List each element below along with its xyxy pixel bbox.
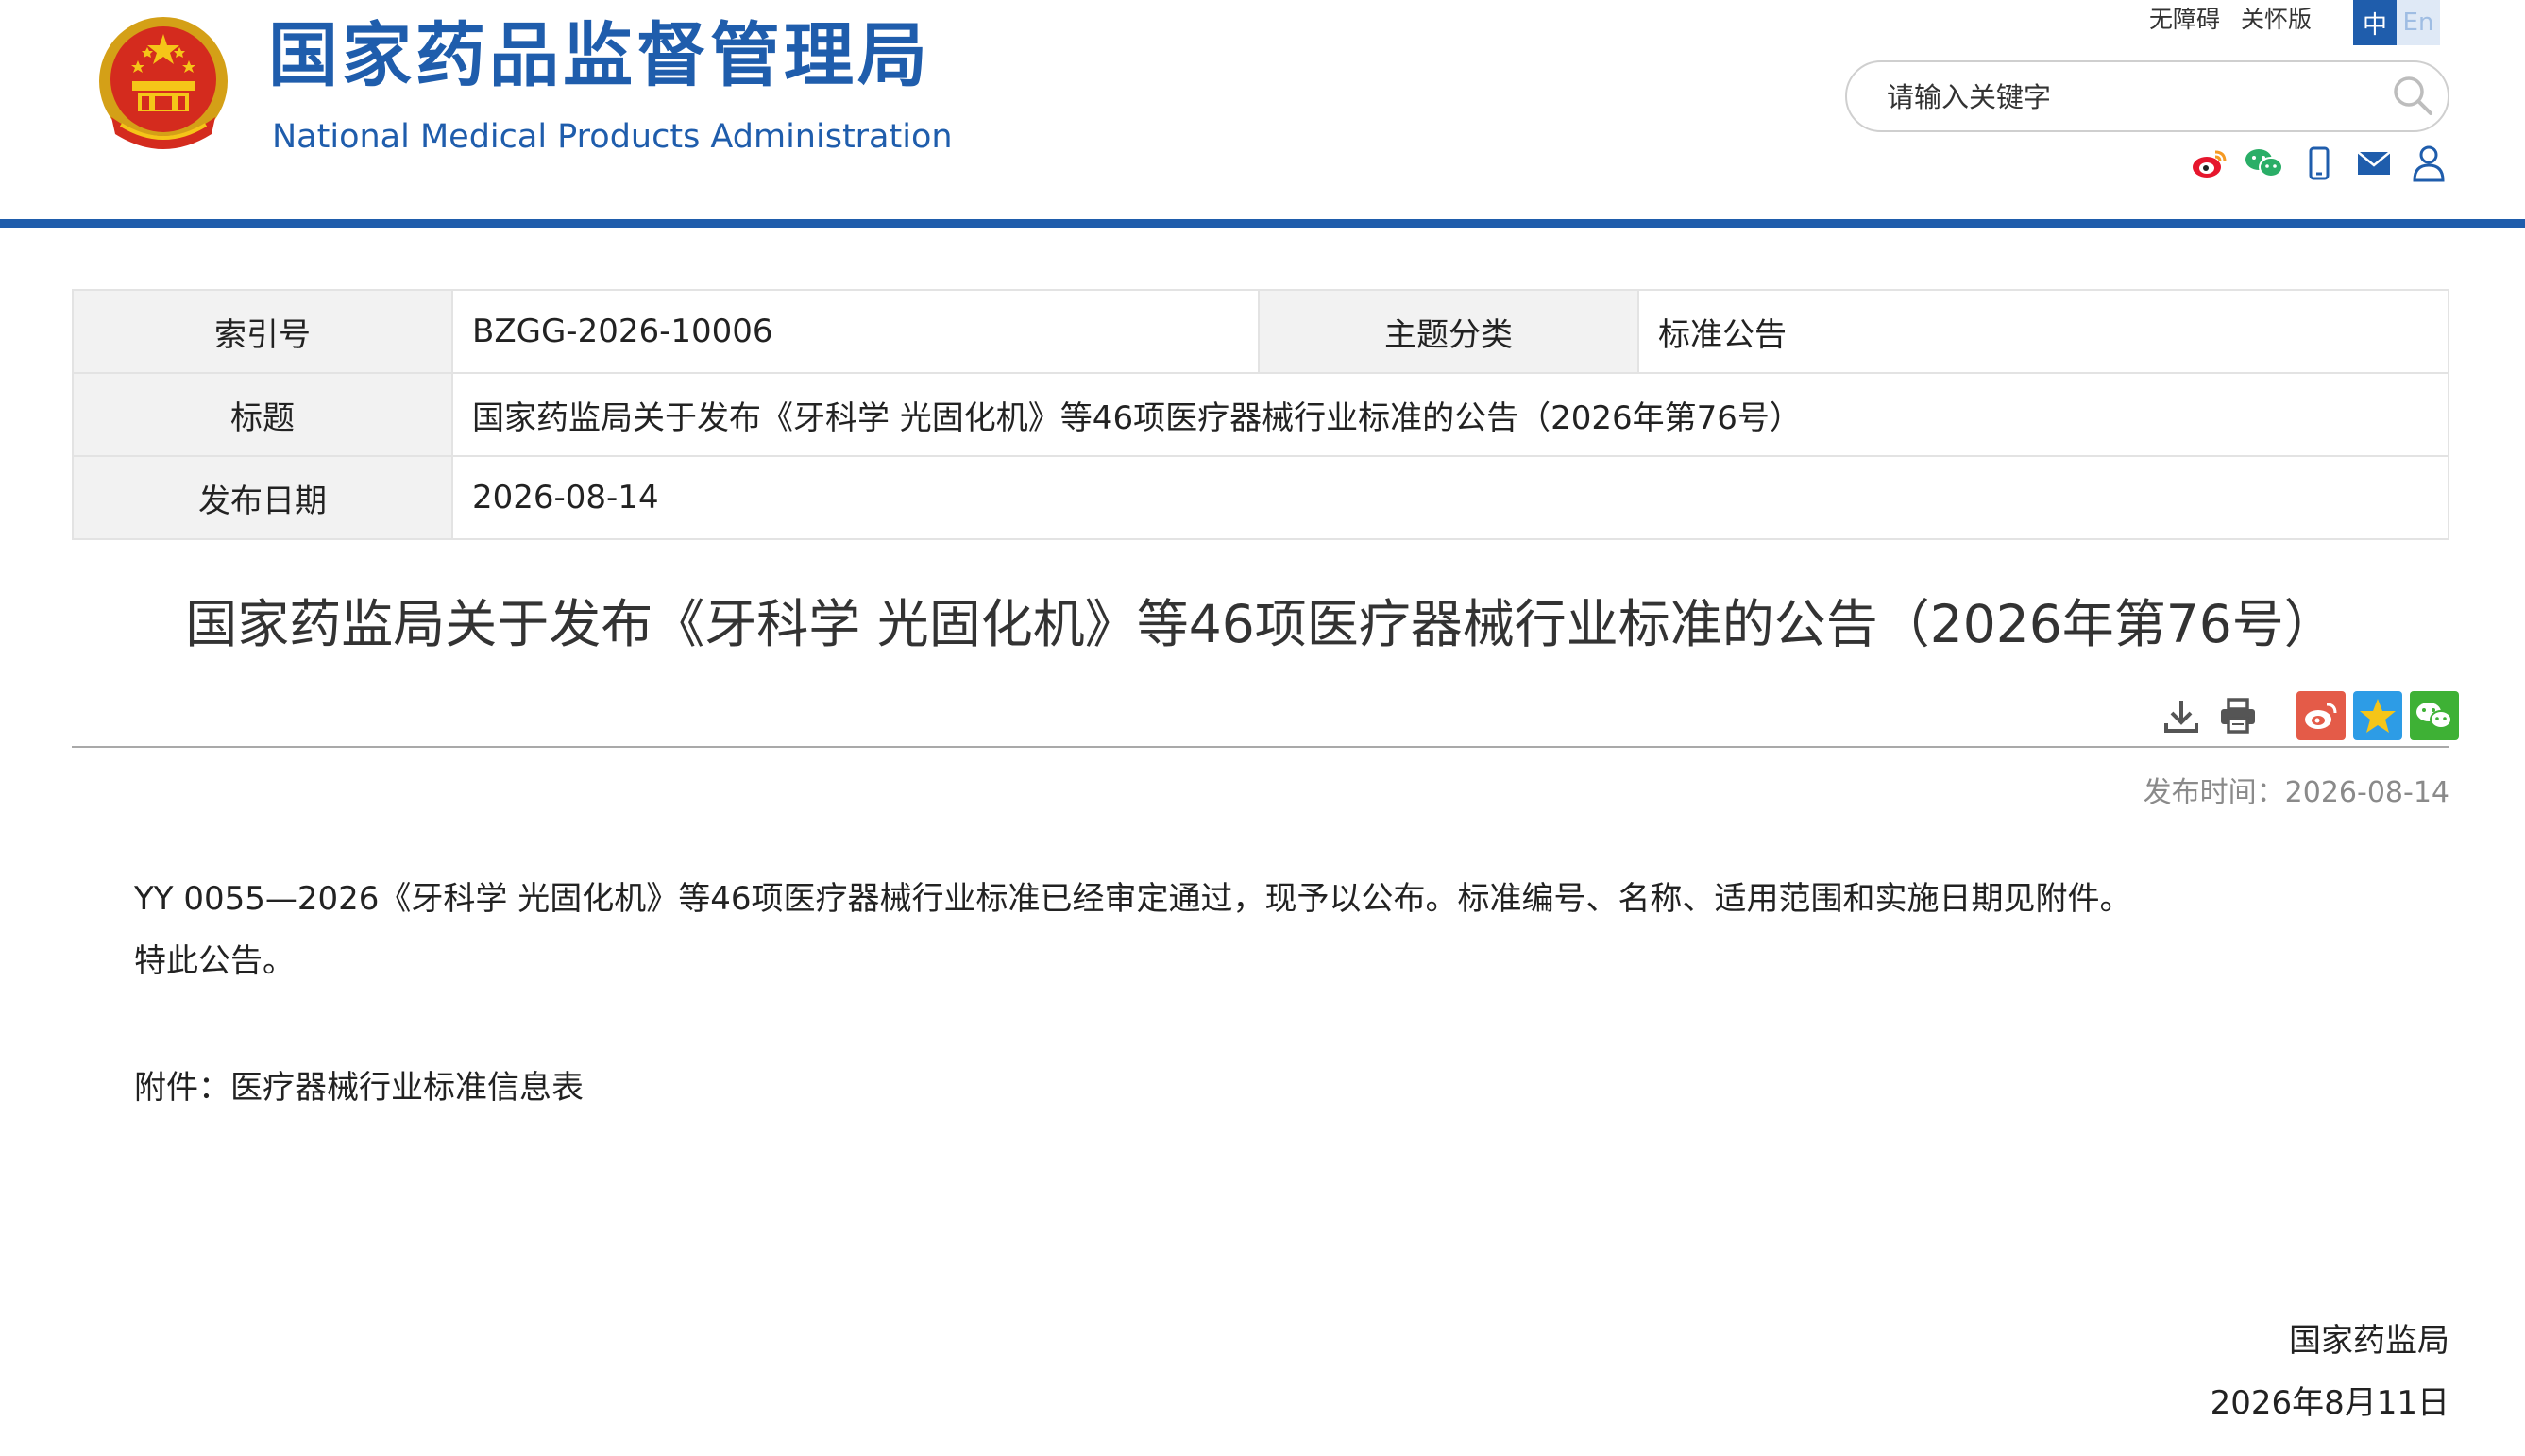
article-tools (2157, 691, 2459, 740)
qzone-share-icon[interactable] (2353, 691, 2402, 740)
date-value: 2026-08-14 (451, 455, 2449, 540)
category-label: 主题分类 (1258, 289, 1639, 374)
article-paragraph: YY 0055—2026《牙科学 光固化机》等46项医疗器械行业标准已经审定通过… (134, 880, 2132, 918)
accessibility-link[interactable]: 无障碍 (2149, 6, 2220, 33)
wechat-icon[interactable] (2244, 144, 2285, 183)
search-box (1845, 60, 2449, 132)
weibo-share-icon[interactable] (2296, 691, 2346, 740)
category-value: 标准公告 (1637, 289, 2449, 374)
article-paragraph: 特此公告。 (134, 942, 295, 980)
title-divider (72, 746, 2449, 748)
index-value: BZGG-2026-10006 (451, 289, 1260, 374)
weibo-icon[interactable] (2189, 144, 2230, 183)
search-icon[interactable] (2391, 74, 2434, 117)
date-label: 发布日期 (72, 455, 453, 540)
mail-icon[interactable] (2353, 144, 2395, 183)
language-switch: 中 En (2353, 0, 2440, 45)
user-icon[interactable] (2408, 144, 2449, 183)
site-header: 国家药品监督管理局 National Medical Products Admi… (0, 0, 2525, 219)
lang-zh-button[interactable]: 中 (2353, 0, 2397, 45)
download-icon[interactable] (2157, 691, 2206, 740)
social-links (2189, 144, 2449, 183)
header-divider (0, 219, 2525, 228)
print-icon[interactable] (2213, 691, 2262, 740)
signature-date: 2026年8月11日 (2210, 1384, 2449, 1422)
care-mode-link[interactable]: 关怀版 (2241, 6, 2312, 33)
lang-en-button[interactable]: En (2397, 0, 2440, 45)
info-table: 索引号 BZGG-2026-10006 主题分类 标准公告 标题 国家药监局关于… (72, 289, 2449, 540)
site-title[interactable]: 国家药品监督管理局 (268, 21, 931, 91)
index-label: 索引号 (72, 289, 453, 374)
publish-time-label: 发布时间： (2143, 776, 2285, 809)
table-row: 发布日期 2026-08-14 (72, 455, 2449, 540)
wechat-share-icon[interactable] (2410, 691, 2459, 740)
publish-time-value: 2026-08-14 (2284, 776, 2449, 809)
publish-time: 发布时间：2026-08-14 (2144, 769, 2449, 810)
attachment-link[interactable]: 医疗器械行业标准信息表 (230, 1069, 584, 1107)
top-links: 无障碍 关怀版 (2149, 8, 2332, 31)
title-value: 国家药监局关于发布《牙科学 光固化机》等46项医疗器械行业标准的公告（2026年… (451, 372, 2449, 457)
mobile-icon[interactable] (2298, 144, 2340, 183)
table-row: 标题 国家药监局关于发布《牙科学 光固化机》等46项医疗器械行业标准的公告（20… (72, 372, 2449, 457)
article-title: 国家药监局关于发布《牙科学 光固化机》等46项医疗器械行业标准的公告（2026年… (185, 594, 2336, 654)
signature-org: 国家药监局 (2289, 1322, 2449, 1360)
search-input[interactable] (1885, 76, 2357, 119)
attachment-label: 附件： (134, 1069, 230, 1107)
table-row: 索引号 BZGG-2026-10006 主题分类 标准公告 (72, 289, 2449, 374)
attachment-line: 附件：医疗器械行业标准信息表 (134, 1069, 584, 1108)
national-emblem-logo[interactable] (93, 13, 234, 162)
site-subtitle[interactable]: National Medical Products Administration (272, 121, 953, 154)
title-label: 标题 (72, 372, 453, 457)
